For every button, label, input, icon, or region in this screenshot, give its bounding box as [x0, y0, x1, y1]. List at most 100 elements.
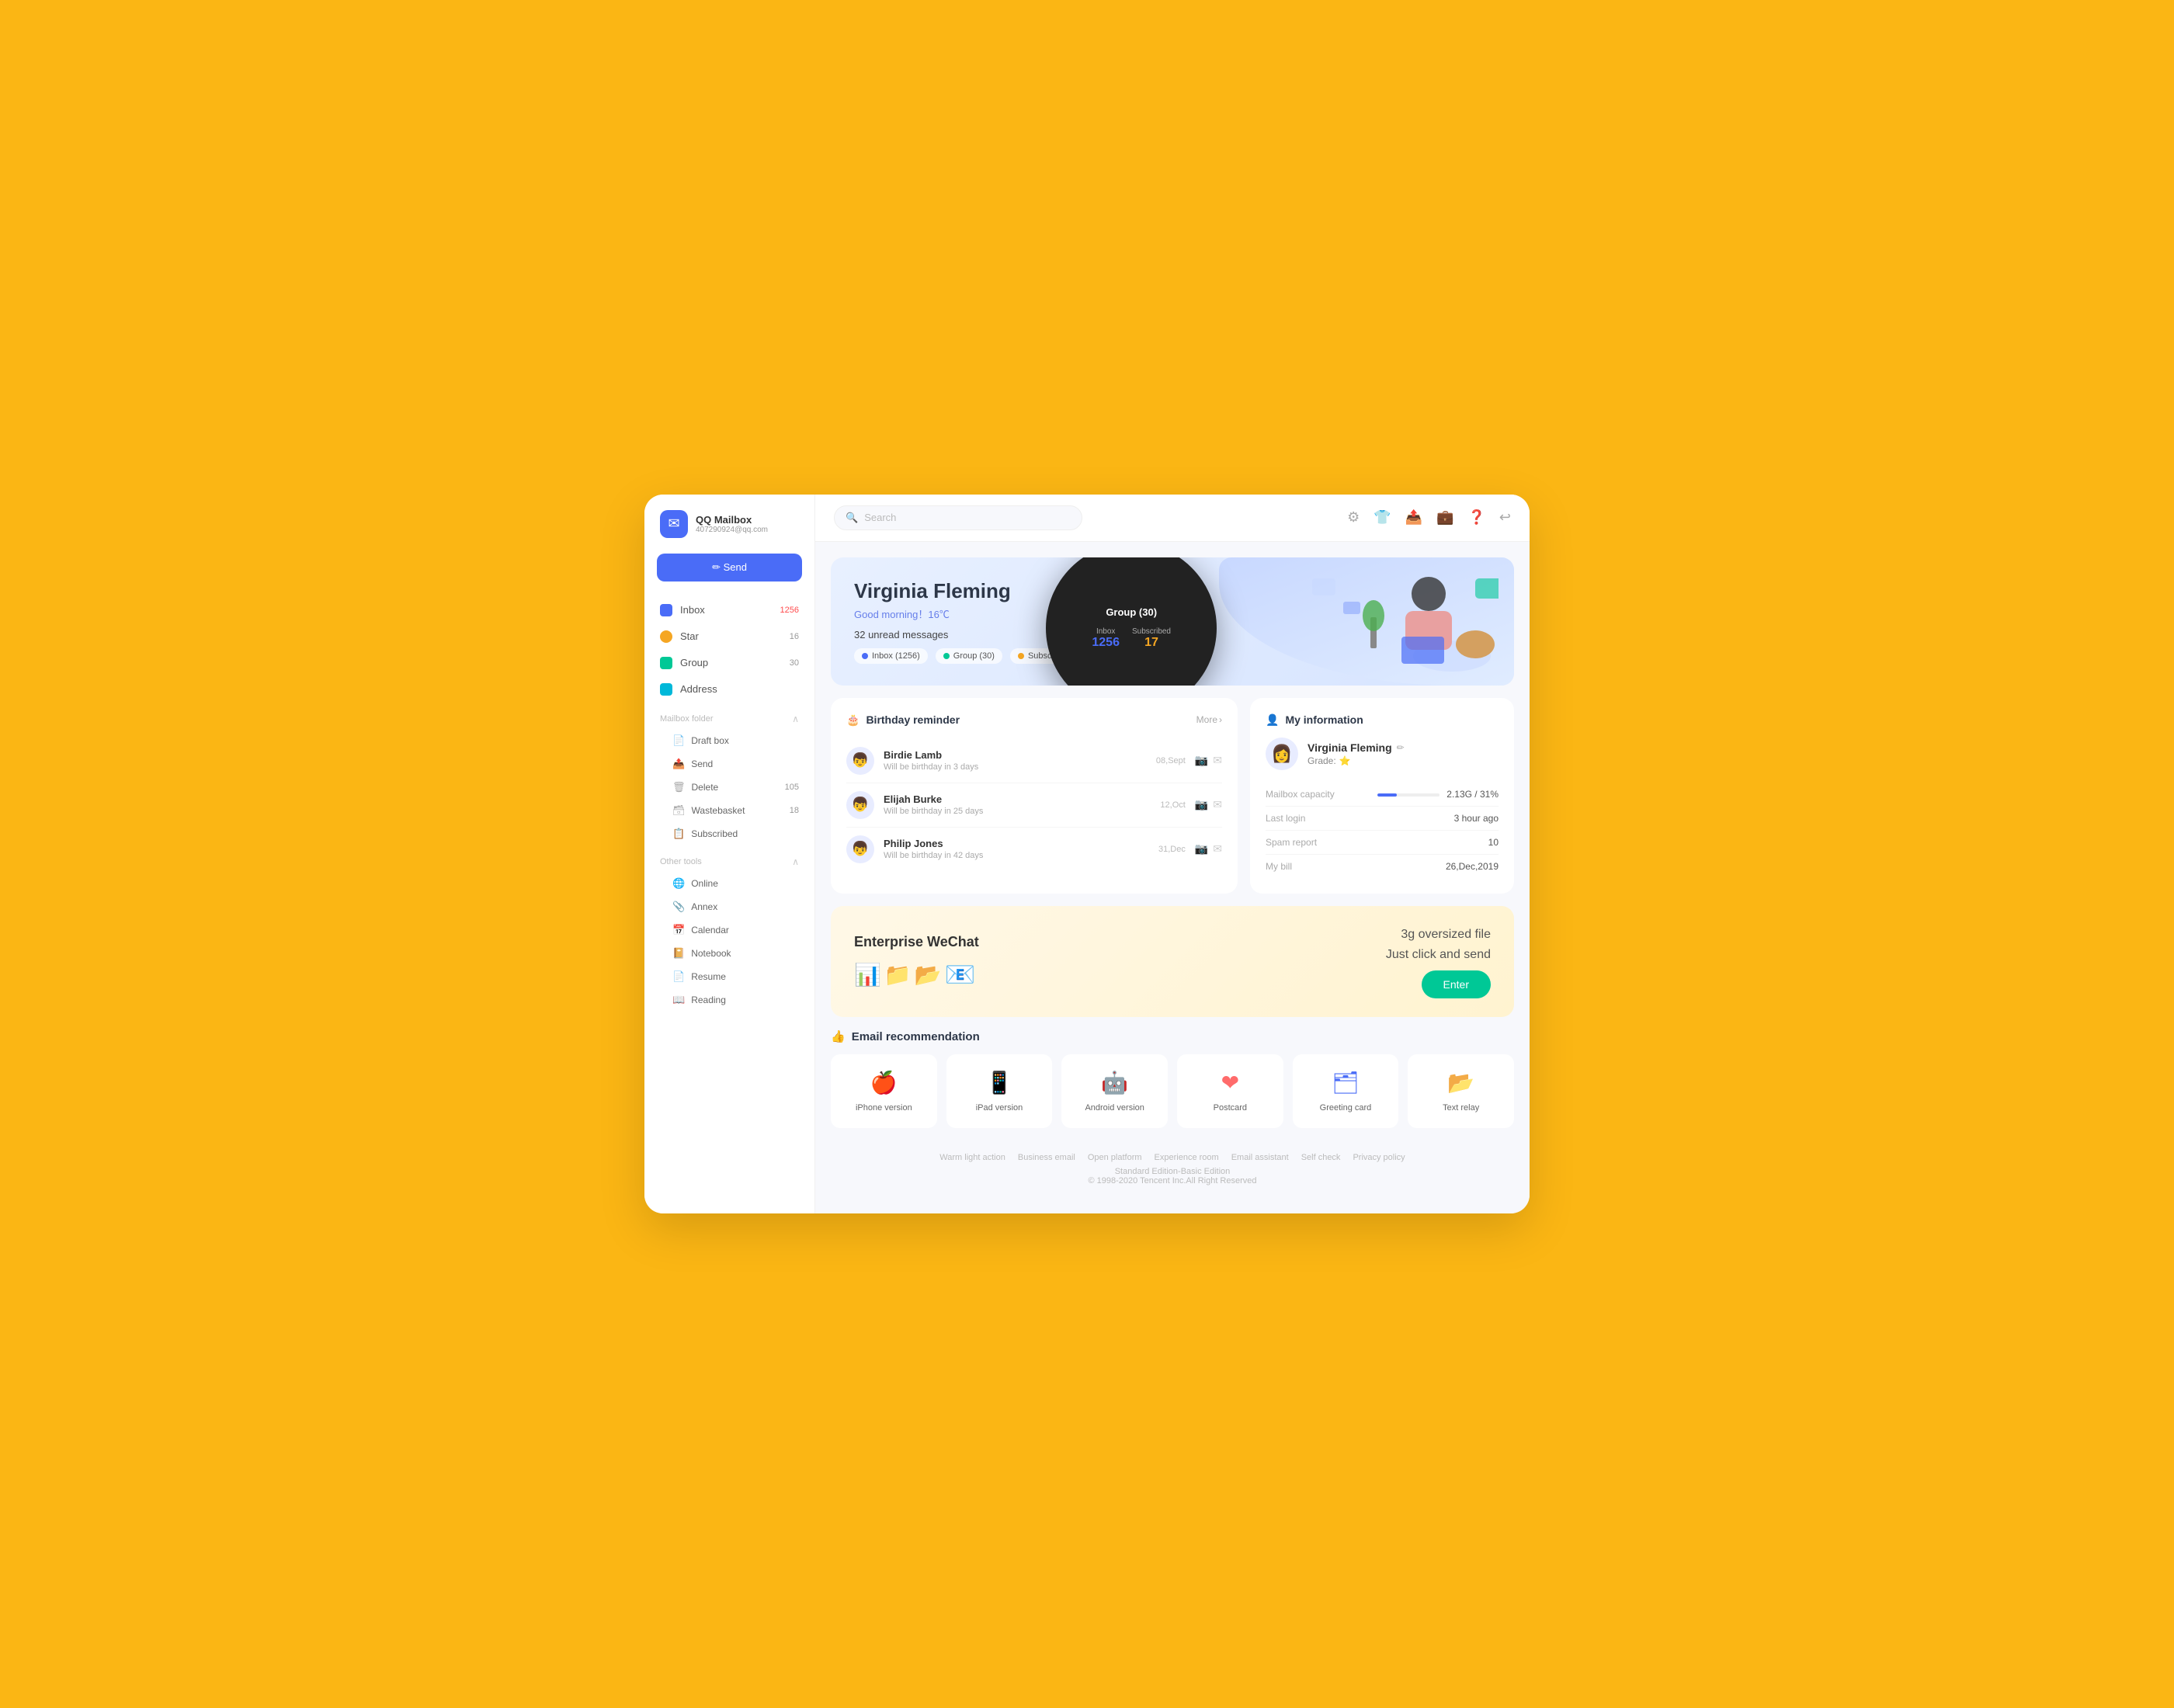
footer-link-4[interactable]: Email assistant [1231, 1153, 1289, 1162]
sidebar-item-subscribed[interactable]: 📋 Subscribed [644, 822, 814, 845]
tag-group[interactable]: Group (30) [936, 648, 1002, 664]
recommend-grid: 🍎 iPhone version 📱 iPad version 🤖 Androi… [831, 1054, 1514, 1128]
sidebar-item-notebook[interactable]: 📔 Notebook [644, 942, 814, 965]
notebook-label: Notebook [691, 948, 731, 959]
footer-edition: Standard Edition-Basic Edition [843, 1167, 1502, 1176]
help-icon[interactable]: ❓ [1467, 509, 1485, 526]
sidebar-item-online[interactable]: 🌐 Online [644, 872, 814, 895]
wastebasket-icon: 🗃 [672, 804, 686, 817]
sidebar-item-calendar[interactable]: 📅 Calendar [644, 918, 814, 942]
group-icon [660, 657, 672, 669]
search-placeholder: Search [864, 512, 896, 523]
group-label: Group [680, 657, 708, 668]
mailbox-folder-title: Mailbox folder [660, 714, 713, 724]
user-grade: Grade: ⭐ [1308, 755, 1405, 766]
info-row-capacity: Mailbox capacity 2.13G / 31% [1266, 783, 1499, 807]
wechat-banner: Enterprise WeChat 📊 📁 📂 📧 3g oversized f… [831, 906, 1514, 1017]
search-box[interactable]: 🔍 Search [834, 505, 1082, 530]
sidebar-item-star[interactable]: Star 16 [644, 623, 814, 650]
popup-group-label: Group (30) [1106, 606, 1157, 618]
address-icon [660, 683, 672, 696]
recommend-item-android[interactable]: 🤖 Android version [1061, 1054, 1168, 1128]
logout-icon[interactable]: ↩ [1499, 509, 1511, 526]
footer-link-0[interactable]: Warm light action [939, 1153, 1005, 1162]
tag-inbox[interactable]: Inbox (1256) [854, 648, 928, 664]
envelope-icon: 📧 [945, 960, 976, 989]
sidebar: ✉ QQ Mailbox 407290924@qq.com ✏ Send Inb… [644, 495, 815, 1213]
recommend-item-iphone[interactable]: 🍎 iPhone version [831, 1054, 937, 1128]
upload-icon[interactable]: 📤 [1405, 509, 1422, 526]
relay-icon: 📂 [1447, 1070, 1474, 1095]
sidebar-item-reading[interactable]: 📖 Reading [644, 988, 814, 1012]
address-label: Address [680, 683, 717, 695]
hero-card: Virginia Fleming Good morning！16℃ 32 unr… [831, 557, 1514, 686]
footer-link-2[interactable]: Open platform [1088, 1153, 1142, 1162]
inbox-label: Inbox [680, 604, 705, 616]
sidebar-item-draft[interactable]: 📄 Draft box [644, 729, 814, 752]
footer-link-3[interactable]: Experience room [1155, 1153, 1219, 1162]
recommend-item-greeting[interactable]: 🗂 Greeting card [1293, 1054, 1399, 1128]
draft-label: Draft box [691, 735, 729, 746]
sidebar-item-resume[interactable]: 📄 Resume [644, 965, 814, 988]
mail-icon-1[interactable]: ✉ [1213, 798, 1222, 811]
recommend-item-ipad[interactable]: 📱 iPad version [946, 1054, 1053, 1128]
popup-subscribed-label: Subscribed [1132, 627, 1171, 636]
draft-icon: 📄 [672, 734, 685, 747]
footer-links: Warm light action Business email Open pl… [843, 1153, 1502, 1162]
briefcase-icon[interactable]: 💼 [1436, 509, 1453, 526]
recommend-item-postcard[interactable]: ❤ Postcard [1177, 1054, 1283, 1128]
birthday-title: 🎂 Birthday reminder [846, 713, 960, 727]
sidebar-item-group[interactable]: Group 30 [644, 650, 814, 676]
recommend-item-relay[interactable]: 📂 Text relay [1408, 1054, 1514, 1128]
app-name: QQ Mailbox [696, 514, 768, 526]
popup-subscribed-count: 17 [1132, 636, 1171, 650]
camera-icon-2[interactable]: 📷 [1195, 842, 1208, 856]
wechat-right: 3g oversized file Just click and send En… [1386, 925, 1491, 998]
info-row-bill: My bill 26,Dec,2019 [1266, 855, 1499, 878]
info-title-icon: 👤 [1266, 713, 1279, 727]
sidebar-item-delete[interactable]: 🗑 Delete 105 [644, 776, 814, 799]
edit-profile-icon[interactable]: ✏ [1397, 742, 1405, 753]
wechat-enter-button[interactable]: Enter [1422, 970, 1491, 998]
birthday-more-btn[interactable]: More › [1196, 714, 1222, 725]
user-avatar: 👩 [1266, 738, 1298, 770]
calendar-icon: 📅 [672, 924, 685, 936]
star-badge: 16 [790, 632, 799, 641]
mail-icon-0[interactable]: ✉ [1213, 754, 1222, 767]
sidebar-item-wastebasket[interactable]: 🗃 Wastebasket 18 [644, 799, 814, 822]
resume-icon: 📄 [672, 970, 685, 983]
camera-icon-0[interactable]: 📷 [1195, 754, 1208, 767]
birthday-actions-0: 📷 ✉ [1195, 754, 1222, 767]
footer-link-5[interactable]: Self check [1301, 1153, 1341, 1162]
settings-icon[interactable]: ⚙ [1347, 509, 1360, 526]
iphone-icon: 🍎 [870, 1070, 898, 1095]
subscribed-label: Subscribed [691, 828, 738, 839]
group-badge: 30 [790, 658, 799, 668]
sidebar-item-address[interactable]: Address [644, 676, 814, 703]
user-name-row: Virginia Fleming ✏ [1308, 741, 1405, 754]
birthday-title-icon: 🎂 [846, 713, 860, 727]
capacity-progress-fill [1377, 793, 1397, 797]
mail-icon-2[interactable]: ✉ [1213, 842, 1222, 856]
other-tools-section: Other tools ∧ [644, 845, 814, 872]
sidebar-item-inbox[interactable]: Inbox 1256 [644, 597, 814, 623]
footer-link-1[interactable]: Business email [1018, 1153, 1075, 1162]
content-area: Virginia Fleming Good morning！16℃ 32 unr… [815, 542, 1530, 1213]
wechat-left: Enterprise WeChat 📊 📁 📂 📧 [854, 934, 979, 989]
avatar-elijah: 👦 [846, 791, 874, 819]
info-row-spam: Spam report 10 [1266, 831, 1499, 855]
postcard-icon: ❤ [1221, 1070, 1239, 1095]
recommendation-section: 👍 Email recommendation 🍎 iPhone version … [831, 1029, 1514, 1128]
other-tools-title: Other tools [660, 857, 702, 866]
folder-icon: 📁 [884, 962, 912, 988]
camera-icon-1[interactable]: 📷 [1195, 798, 1208, 811]
sidebar-item-annex[interactable]: 📎 Annex [644, 895, 814, 918]
footer-link-6[interactable]: Privacy policy [1353, 1153, 1405, 1162]
shirt-icon[interactable]: 👕 [1374, 509, 1391, 526]
sidebar-item-send[interactable]: 📤 Send [644, 752, 814, 776]
resume-label: Resume [691, 971, 726, 982]
send-button[interactable]: ✏ Send [657, 554, 802, 581]
topbar-actions: ⚙ 👕 📤 💼 ❓ ↩ [1347, 509, 1511, 526]
delete-badge: 105 [785, 783, 799, 792]
subscribed-icon: 📋 [672, 828, 685, 840]
